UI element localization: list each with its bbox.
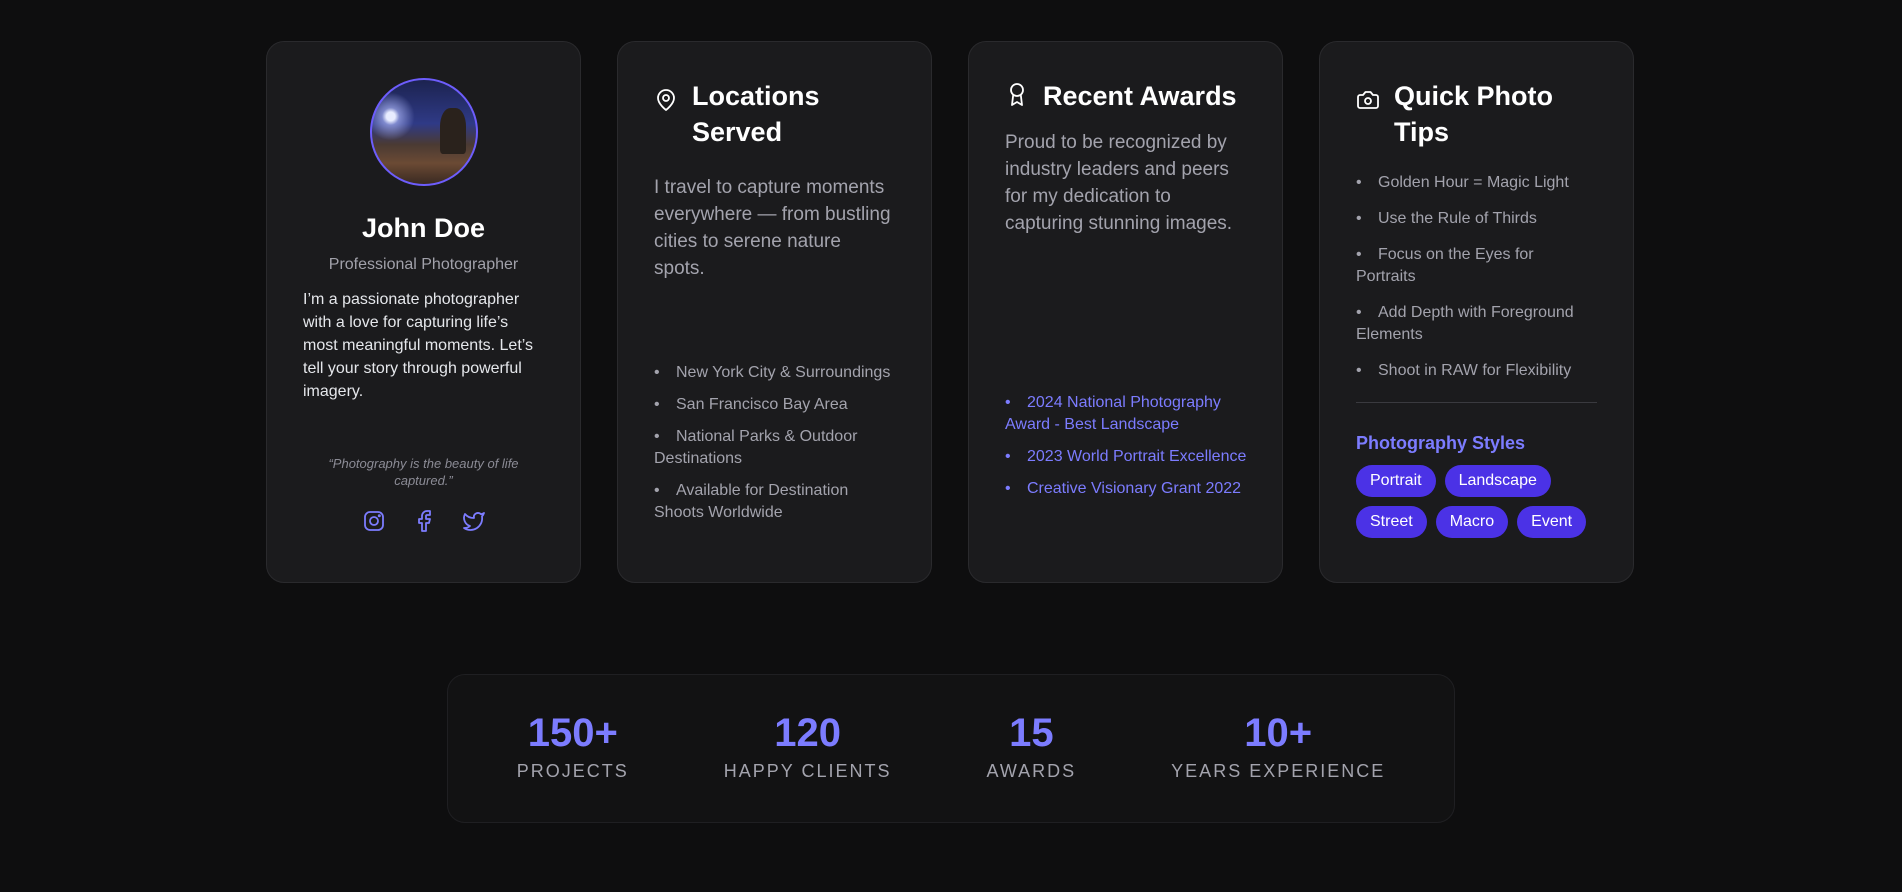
list-item: 2024 National Photography Award - Best L… bbox=[1005, 392, 1252, 436]
award-icon bbox=[1010, 83, 1024, 106]
locations-description: I travel to capture moments everywhere —… bbox=[654, 177, 891, 279]
avatar bbox=[369, 78, 478, 186]
locations-card: Locations Served I travel to capture mom… bbox=[617, 41, 932, 583]
stat-label: HAPPY CLIENTS bbox=[723, 761, 892, 781]
cards-row: John Doe Professional Photographer I’m a… bbox=[266, 41, 1634, 583]
styles-chips: Portrait Landscape Street Macro Event bbox=[1356, 465, 1596, 538]
style-chip[interactable]: Macro bbox=[1435, 506, 1509, 538]
instagram-icon[interactable] bbox=[362, 509, 386, 533]
profile-role: Professional Photographer bbox=[328, 256, 519, 273]
profile-card: John Doe Professional Photographer I’m a… bbox=[266, 41, 581, 583]
style-chip[interactable]: Event bbox=[1517, 506, 1587, 538]
tips-header: Quick Photo Tips bbox=[1356, 78, 1597, 150]
list-item: Add Depth with Foreground Elements bbox=[1356, 302, 1597, 346]
style-chip[interactable]: Street bbox=[1356, 506, 1427, 538]
locations-title: Locations Served bbox=[692, 81, 820, 147]
list-item: Available for Destination Shoots Worldwi… bbox=[654, 480, 901, 524]
list-item: Creative Visionary Grant 2022 bbox=[1005, 478, 1252, 500]
tips-title: Quick Photo Tips bbox=[1394, 81, 1554, 147]
stat-value: 15 bbox=[1009, 711, 1054, 755]
profile-bio: I’m a passionate photographer with a lov… bbox=[303, 291, 534, 400]
list-item: San Francisco Bay Area bbox=[654, 394, 901, 416]
awards-description: Proud to be recognized by industry leade… bbox=[1005, 132, 1233, 234]
awards-header: Recent Awards bbox=[1005, 78, 1246, 114]
awards-title: Recent Awards bbox=[1043, 81, 1237, 111]
style-chip[interactable]: Landscape bbox=[1444, 465, 1551, 497]
stat-label: YEARS EXPERIENCE bbox=[1171, 761, 1386, 781]
profile-quote: “Photography is the beauty of life captu… bbox=[328, 456, 519, 488]
stat-years-experience: 10+ YEARS EXPERIENCE bbox=[1171, 711, 1385, 822]
stat-value: 150+ bbox=[527, 711, 618, 755]
stat-value: 120 bbox=[774, 711, 842, 755]
stat-value: 10+ bbox=[1244, 711, 1313, 755]
list-item: New York City & Surroundings bbox=[654, 362, 901, 384]
awards-card: Recent Awards Proud to be recognized by … bbox=[968, 41, 1283, 583]
styles-title: Photography Styles bbox=[1356, 433, 1526, 453]
stat-label: PROJECTS bbox=[516, 761, 629, 781]
social-links bbox=[303, 509, 544, 533]
tips-card: Quick Photo Tips Golden Hour = Magic Lig… bbox=[1319, 41, 1634, 583]
list-item: 2023 World Portrait Excellence bbox=[1005, 446, 1252, 468]
camera-icon bbox=[1357, 91, 1379, 109]
stat-awards: 15 AWARDS bbox=[987, 711, 1077, 822]
list-item: Focus on the Eyes for Portraits bbox=[1356, 244, 1597, 288]
twitter-icon[interactable] bbox=[462, 509, 486, 533]
stat-projects: 150+ PROJECTS bbox=[517, 711, 629, 822]
awards-list: 2024 National Photography Award - Best L… bbox=[1005, 392, 1252, 510]
stat-happy-clients: 120 HAPPY CLIENTS bbox=[724, 711, 892, 822]
stats-panel: 150+ PROJECTS 120 HAPPY CLIENTS 15 AWARD… bbox=[447, 674, 1455, 823]
stat-label: AWARDS bbox=[986, 761, 1077, 781]
list-item: Golden Hour = Magic Light bbox=[1356, 172, 1597, 194]
map-pin-icon bbox=[657, 89, 675, 111]
list-item: National Parks & Outdoor Destinations bbox=[654, 426, 901, 470]
divider bbox=[1356, 402, 1597, 403]
profile-name: John Doe bbox=[361, 213, 485, 243]
list-item: Use the Rule of Thirds bbox=[1356, 208, 1597, 230]
list-item: Shoot in RAW for Flexibility bbox=[1356, 360, 1597, 382]
tips-list: Golden Hour = Magic Light Use the Rule o… bbox=[1356, 172, 1597, 382]
locations-header: Locations Served bbox=[654, 78, 895, 150]
locations-list: New York City & Surroundings San Francis… bbox=[654, 362, 901, 534]
style-chip[interactable]: Portrait bbox=[1356, 465, 1436, 497]
facebook-icon[interactable] bbox=[412, 509, 436, 533]
